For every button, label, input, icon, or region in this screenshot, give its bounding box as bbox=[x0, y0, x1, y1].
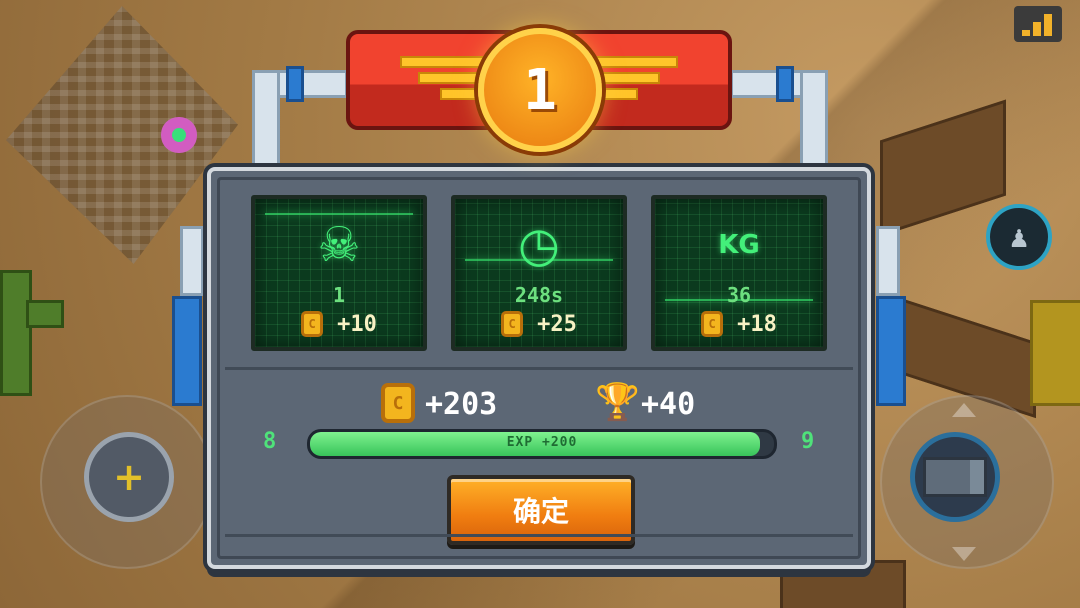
stat-card-kills: ☠ 1 C +10 bbox=[251, 195, 427, 351]
stat-card-time: ◷ 248s C +25 bbox=[451, 195, 627, 351]
cactus bbox=[1030, 300, 1080, 406]
exp-progress-bar: EXP +200 bbox=[307, 429, 777, 459]
exp-label: EXP +200 bbox=[506, 435, 578, 450]
signal-icon bbox=[1014, 6, 1062, 42]
minimap-player-marker bbox=[172, 128, 186, 142]
weight-kg-icon: KG bbox=[718, 230, 760, 260]
crate bbox=[880, 99, 1006, 237]
plus-icon: + bbox=[113, 455, 145, 499]
clock-icon: ◷ bbox=[518, 217, 560, 273]
confirm-button-label: 确定 bbox=[512, 495, 569, 528]
cactus bbox=[0, 270, 32, 396]
coin-icon: C bbox=[381, 383, 415, 423]
frame-pipe bbox=[876, 226, 900, 296]
match-result-dialog: ☠ 1 C +10 ◷ 248s C +25 KG 36 C +18 C +20… bbox=[207, 167, 871, 569]
kills-reward-amount: +10 bbox=[337, 311, 377, 337]
rank-medal: 1 bbox=[478, 28, 602, 152]
stat-card-weight: KG 36 C +18 bbox=[651, 195, 827, 351]
kills-reward: C +10 bbox=[255, 311, 423, 337]
frame-pipe bbox=[252, 70, 280, 170]
frame-pipe bbox=[776, 66, 794, 102]
coin-icon: C bbox=[501, 311, 524, 337]
kills-value: 1 bbox=[332, 283, 346, 307]
totals-row: C +203 🏆 +40 bbox=[211, 381, 867, 425]
move-joystick-knob[interactable]: + bbox=[84, 432, 174, 522]
current-level: 8 bbox=[263, 429, 277, 454]
frame-pipe bbox=[800, 70, 828, 170]
total-trophies: +40 bbox=[641, 387, 696, 422]
gun-icon bbox=[923, 457, 987, 497]
time-value: 248s bbox=[514, 283, 564, 307]
rank-number: 1 bbox=[523, 57, 557, 123]
fire-joystick-knob[interactable] bbox=[910, 432, 1000, 522]
coin-icon: C bbox=[701, 311, 724, 337]
weight-reward: C +18 bbox=[655, 311, 823, 337]
time-reward: C +25 bbox=[455, 311, 623, 337]
arrow-up-icon bbox=[952, 403, 976, 417]
trophy-icon: 🏆 bbox=[595, 382, 640, 423]
frame-pipe bbox=[876, 296, 906, 406]
divider bbox=[225, 367, 853, 370]
frame-pipe bbox=[172, 296, 202, 406]
weight-value: 36 bbox=[726, 283, 752, 307]
team-icon: ♟ bbox=[1009, 219, 1029, 255]
frame-pipe bbox=[286, 66, 304, 102]
dialog-footer-strip bbox=[225, 534, 853, 551]
frame-pipe bbox=[180, 226, 204, 296]
team-button[interactable]: ♟ bbox=[986, 204, 1052, 270]
fire-joystick[interactable] bbox=[880, 395, 1054, 569]
total-coins: +203 bbox=[425, 387, 498, 422]
move-joystick[interactable]: + bbox=[40, 395, 214, 569]
coin-icon: C bbox=[301, 311, 324, 337]
weight-reward-amount: +18 bbox=[737, 311, 777, 337]
arrow-down-icon bbox=[952, 547, 976, 561]
time-reward-amount: +25 bbox=[537, 311, 577, 337]
stats-row: ☠ 1 C +10 ◷ 248s C +25 KG 36 C +18 bbox=[251, 195, 827, 351]
next-level: 9 bbox=[801, 429, 815, 454]
skull-crossbones-icon: ☠ bbox=[317, 217, 361, 273]
cactus bbox=[26, 300, 64, 328]
